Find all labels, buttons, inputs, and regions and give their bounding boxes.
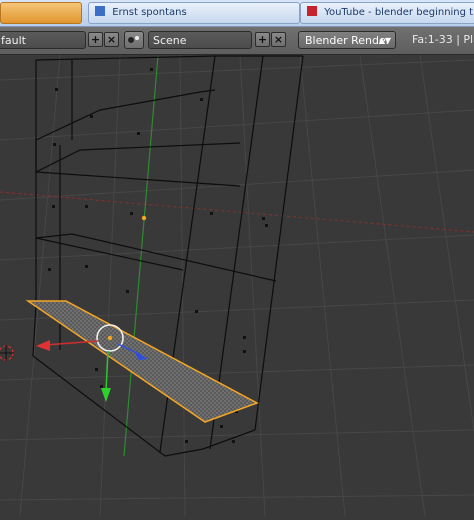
scene-label: Scene [153, 34, 187, 47]
y-handle-arrow-icon[interactable] [101, 388, 111, 402]
browser-taskbar: Ernst spontans YouTube - blender beginni… [0, 0, 474, 27]
scene-field[interactable]: Scene [148, 31, 252, 49]
add-screen-button[interactable]: + [88, 32, 103, 47]
add-scene-button[interactable]: + [255, 32, 270, 47]
dropdown-arrow-icon: ▲▼ [378, 36, 391, 45]
taskbar-tab-label: YouTube - blender beginning tutorial [324, 7, 474, 18]
y-handle[interactable] [105, 350, 109, 393]
taskbar-tab-active[interactable] [0, 2, 82, 24]
taskbar-tab-label: Ernst spontans [112, 7, 187, 18]
scene-stats: Fa:1-33 | Plane [412, 31, 474, 49]
x-axis-line [0, 191, 474, 233]
remove-scene-button[interactable]: × [271, 32, 286, 47]
close-icon: × [273, 33, 284, 46]
selection-origin-dot [107, 335, 113, 341]
3d-viewport[interactable] [0, 54, 474, 517]
taskbar-tab-ernst[interactable]: Ernst spontans [88, 2, 300, 24]
selected-face[interactable] [25, 300, 259, 423]
youtube-icon [307, 6, 317, 16]
remove-screen-button[interactable]: × [104, 32, 119, 47]
page-icon [95, 6, 105, 16]
add-icon: + [257, 33, 268, 46]
render-engine-select[interactable]: Blender Render ▲▼ [298, 31, 396, 49]
screen-layout-label: fault [1, 34, 26, 47]
scene-icon[interactable] [124, 31, 144, 49]
render-engine-label: Blender Render [305, 34, 391, 47]
object-origin-dot [141, 215, 147, 221]
scene-glyph-icon [128, 36, 139, 43]
screen-layout-field[interactable]: fault [0, 31, 86, 49]
info-header: fault + × Scene + × Blender Render ▲▼ Fa… [0, 27, 474, 55]
viewport-canvas[interactable] [0, 54, 474, 517]
taskbar-tab-youtube[interactable]: YouTube - blender beginning tutorial [300, 2, 474, 24]
x-handle-arrow-icon[interactable] [36, 340, 50, 351]
close-icon: × [106, 33, 117, 46]
3d-cursor-icon[interactable] [0, 345, 14, 361]
y-axis-line [123, 55, 159, 457]
stats-text: Fa:1-33 | Plane [412, 33, 474, 46]
add-icon: + [90, 33, 101, 46]
